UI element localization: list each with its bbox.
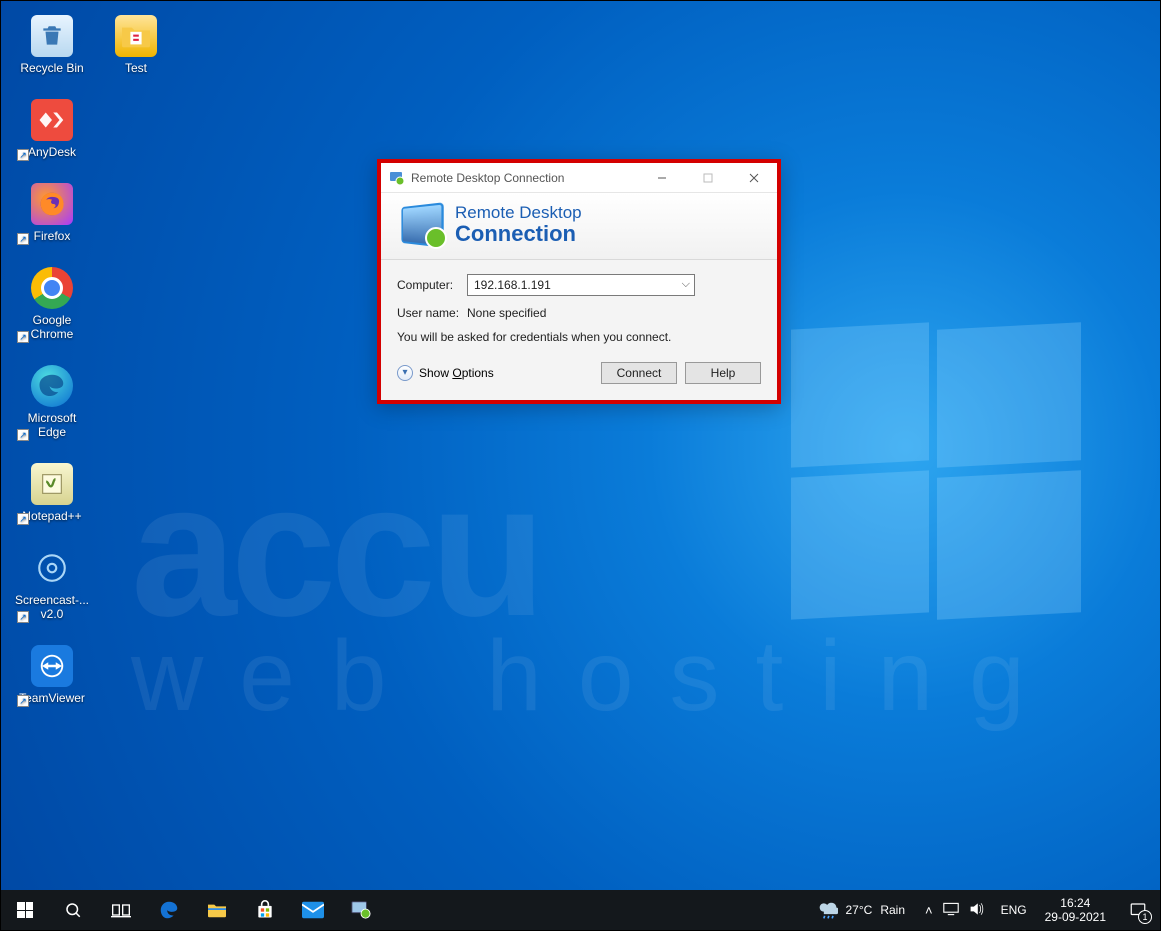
notepadpp-icon: [31, 463, 73, 505]
shortcut-overlay-icon: ↗: [17, 149, 29, 161]
taskbar-app-explorer[interactable]: [193, 890, 241, 930]
tray-display-icon[interactable]: [943, 902, 959, 919]
rdc-window-title: Remote Desktop Connection: [411, 171, 639, 185]
chrome-icon: [31, 267, 73, 309]
show-options-label: Show Options: [419, 366, 494, 380]
windows-logo-wallpaper: [791, 326, 1081, 616]
taskbar-app-edge[interactable]: [145, 890, 193, 930]
screencast-icon: [31, 547, 73, 589]
recycle-bin-icon: [31, 15, 73, 57]
taskbar: 27°C Rain ˄ ENG 16:24 29-09-2021 1: [1, 890, 1160, 930]
start-button[interactable]: [1, 890, 49, 930]
desktop-item-label: AnyDesk: [28, 145, 76, 159]
taskbar-app-mail[interactable]: [289, 890, 337, 930]
desktop-item-recycle-bin[interactable]: Recycle Bin: [13, 15, 91, 75]
desktop-item-label: Microsoft Edge: [28, 411, 77, 439]
task-view-button[interactable]: [97, 890, 145, 930]
shortcut-overlay-icon: ↗: [17, 429, 29, 441]
tray-volume-icon[interactable]: [969, 902, 985, 919]
maximize-button: [685, 163, 731, 192]
minimize-button[interactable]: [639, 163, 685, 192]
clock-date: 29-09-2021: [1045, 910, 1106, 924]
taskbar-notifications[interactable]: 1: [1116, 890, 1160, 930]
show-options-toggle[interactable]: ▾ Show Options: [397, 365, 494, 381]
desktop-item-edge[interactable]: ↗ Microsoft Edge: [13, 365, 91, 439]
desktop-icons-col1: Recycle Bin ↗ AnyDesk ↗ Firefox ↗ Google…: [13, 15, 153, 729]
rdc-banner-line1: Remote Desktop: [455, 203, 582, 222]
credentials-hint: You will be asked for credentials when y…: [397, 330, 761, 344]
taskbar-weather[interactable]: 27°C Rain: [806, 890, 918, 930]
tray-chevron-up-icon[interactable]: ˄: [925, 903, 933, 918]
close-button[interactable]: [731, 163, 777, 192]
taskbar-app-store[interactable]: [241, 890, 289, 930]
remote-desktop-window: Remote Desktop Connection Remote Desktop…: [381, 163, 777, 400]
rdc-body: Computer: 192.168.1.191 ⌵ User name: Non…: [381, 260, 777, 400]
shortcut-overlay-icon: ↗: [17, 695, 29, 707]
shortcut-overlay-icon: ↗: [17, 233, 29, 245]
firefox-icon: [31, 183, 73, 225]
username-value: None specified: [467, 306, 546, 320]
folder-icon: [115, 15, 157, 57]
desktop-item-notepadpp[interactable]: ↗ Notepad++: [13, 463, 91, 523]
username-label: User name:: [397, 306, 467, 320]
system-tray[interactable]: ˄: [917, 890, 993, 930]
desktop-item-chrome[interactable]: ↗ Google Chrome: [13, 267, 91, 341]
desktop-item-label: Test: [125, 61, 147, 75]
shortcut-overlay-icon: ↗: [17, 611, 29, 623]
weather-text: Rain: [880, 903, 905, 917]
rdc-banner-icon: [397, 205, 443, 245]
desktop-item-label: Recycle Bin: [20, 61, 83, 75]
rdc-banner: Remote Desktop Connection: [381, 193, 777, 260]
weather-temp: 27°C: [846, 903, 873, 917]
rdc-titlebar[interactable]: Remote Desktop Connection: [381, 163, 777, 193]
weather-rain-icon: [818, 900, 838, 920]
desktop-item-test-folder[interactable]: Test: [97, 15, 175, 75]
desktop-item-label: Firefox: [34, 229, 71, 243]
desktop-item-firefox[interactable]: ↗ Firefox: [13, 183, 91, 243]
taskbar-clock[interactable]: 16:24 29-09-2021: [1035, 896, 1116, 924]
desktop-item-screencast[interactable]: ↗ Screencast-... v2.0: [13, 547, 91, 621]
rdc-window-icon: [389, 170, 405, 186]
edge-icon: [31, 365, 73, 407]
desktop-item-label: Notepad++: [22, 509, 81, 523]
taskbar-app-rdc[interactable]: [337, 890, 385, 930]
desktop-item-teamviewer[interactable]: ↗ TeamViewer: [13, 645, 91, 705]
computer-value: 192.168.1.191: [474, 278, 551, 292]
teamviewer-icon: [31, 645, 73, 687]
search-button[interactable]: [49, 890, 97, 930]
shortcut-overlay-icon: ↗: [17, 331, 29, 343]
notification-badge: 1: [1138, 910, 1152, 924]
anydesk-icon: [31, 99, 73, 141]
help-button[interactable]: Help: [685, 362, 761, 384]
desktop-item-label: Google Chrome: [31, 313, 74, 341]
chevron-down-icon: ▾: [397, 365, 413, 381]
rdc-highlight-frame: Remote Desktop Connection Remote Desktop…: [377, 159, 781, 404]
chevron-down-icon: ⌵: [682, 278, 690, 291]
connect-button[interactable]: Connect: [601, 362, 677, 384]
taskbar-language[interactable]: ENG: [993, 903, 1035, 917]
clock-time: 16:24: [1045, 896, 1106, 910]
computer-label: Computer:: [397, 278, 467, 292]
computer-combobox[interactable]: 192.168.1.191 ⌵: [467, 274, 695, 296]
desktop-item-anydesk[interactable]: ↗ AnyDesk: [13, 99, 91, 159]
rdc-banner-line2: Connection: [455, 222, 582, 247]
shortcut-overlay-icon: ↗: [17, 513, 29, 525]
desktop-icons-col2: Test: [97, 15, 237, 99]
